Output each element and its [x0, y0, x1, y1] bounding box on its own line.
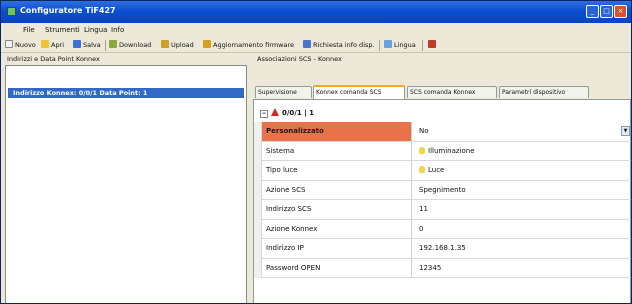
- close-icon[interactable]: ×: [614, 5, 627, 18]
- property-key: Password OPEN: [262, 258, 412, 277]
- app-window: Configuratore TiF427 _ □ × File Strument…: [0, 0, 632, 304]
- collapse-icon[interactable]: −: [260, 110, 268, 118]
- download-icon: [109, 40, 117, 48]
- menu-file[interactable]: File: [23, 26, 35, 34]
- group-label: 0/0/1 | 1: [282, 109, 315, 117]
- tab-konnex-comanda-scs[interactable]: Konnex comanda SCS: [313, 85, 405, 99]
- bulb-icon: [419, 146, 425, 154]
- download-button[interactable]: Download: [109, 40, 151, 51]
- tab-strip: Supervisione Konnex comanda SCS SCS coma…: [253, 85, 631, 99]
- property-key: Azione SCS: [262, 180, 412, 199]
- property-key: Personalizzato: [262, 122, 412, 141]
- toolbar-separator: [379, 40, 380, 51]
- upload-icon: [161, 40, 169, 48]
- property-grid: Personalizzato No ▼ Sistema Illuminazione…: [262, 122, 631, 278]
- open-button[interactable]: Apri: [41, 40, 64, 51]
- toolbar: Nuovo Apri Salva Download Upload Aggiorn…: [1, 38, 631, 53]
- property-key: Indirizzo SCS: [262, 200, 412, 219]
- firmware-icon: [203, 40, 211, 48]
- property-value[interactable]: 192.168.1.35: [413, 239, 631, 258]
- app-icon: [7, 7, 16, 16]
- language-button[interactable]: Lingua: [384, 40, 416, 51]
- toolbar-separator: [422, 40, 423, 51]
- maximize-icon[interactable]: □: [600, 5, 613, 18]
- tab-scs-comanda-konnex[interactable]: SCS comanda Konnex: [407, 86, 497, 98]
- save-button[interactable]: Salva: [73, 40, 101, 51]
- grid-row-header-bar: [254, 122, 262, 278]
- right-panel-header: Associazioni SCS - Konnex: [257, 55, 342, 63]
- language-icon: [384, 40, 392, 48]
- firmware-update-button[interactable]: Aggiornamento firmware: [203, 40, 294, 51]
- tab-parametri-dispositivo[interactable]: Parametri dispositivo: [499, 86, 589, 98]
- property-key: Sistema: [262, 141, 412, 160]
- new-button[interactable]: Nuovo: [5, 40, 36, 51]
- property-row-indirizzo-ip[interactable]: Indirizzo IP 192.168.1.35: [262, 239, 631, 259]
- title-bar[interactable]: Configuratore TiF427 _ □ ×: [1, 1, 631, 23]
- open-folder-icon: [41, 40, 49, 48]
- property-row-password-open[interactable]: Password OPEN 12345: [262, 258, 631, 278]
- menu-lingua[interactable]: Lingua: [84, 26, 107, 34]
- menu-bar: File Strumenti Lingua Info: [1, 23, 631, 38]
- property-value[interactable]: 11: [413, 200, 631, 219]
- property-row-sistema[interactable]: Sistema Illuminazione: [262, 141, 631, 161]
- info-request-button[interactable]: Richiesta info disp.: [303, 40, 375, 51]
- save-icon: [73, 40, 81, 48]
- menu-info[interactable]: Info: [111, 26, 124, 34]
- property-value[interactable]: Illuminazione: [413, 142, 631, 161]
- property-row-personalizzato[interactable]: Personalizzato No ▼: [262, 122, 631, 142]
- menu-strumenti[interactable]: Strumenti: [45, 26, 80, 34]
- list-item-selected[interactable]: Indirizzo Konnex: 0/0/1 Data Point: 1: [8, 88, 244, 98]
- property-row-indirizzo-scs[interactable]: Indirizzo SCS 11: [262, 200, 631, 220]
- property-key: Indirizzo IP: [262, 239, 412, 258]
- group-header[interactable]: − 0/0/1 | 1: [260, 108, 314, 120]
- personalizzato-select[interactable]: No ▼: [413, 122, 631, 141]
- konnex-address-list[interactable]: Indirizzo Konnex: 0/0/1 Data Point: 1: [5, 65, 247, 303]
- app-logo-icon: [428, 40, 436, 48]
- property-row-tipo-luce[interactable]: Tipo luce Luce: [262, 161, 631, 181]
- new-icon: [5, 40, 13, 48]
- left-panel-header: Indirizzi e Data Point Konnex: [7, 55, 100, 63]
- property-panel: − 0/0/1 | 1 Personalizzato No ▼ Sistema Il…: [253, 99, 631, 303]
- property-value[interactable]: Luce: [413, 161, 631, 180]
- app-logo-button[interactable]: [428, 40, 438, 51]
- property-row-azione-konnex[interactable]: Azione Konnex 0: [262, 219, 631, 239]
- tab-supervisione[interactable]: Supervisione: [255, 86, 312, 98]
- toolbar-separator: [105, 40, 106, 51]
- property-value[interactable]: Spegnimento: [413, 181, 631, 200]
- warning-icon: [271, 108, 279, 116]
- property-value[interactable]: 12345: [413, 259, 631, 278]
- property-row-azione-scs[interactable]: Azione SCS Spegnimento: [262, 180, 631, 200]
- dropdown-arrow-icon[interactable]: ▼: [621, 126, 630, 136]
- property-key: Azione Konnex: [262, 219, 412, 238]
- property-value[interactable]: 0: [413, 220, 631, 239]
- minimize-icon[interactable]: _: [586, 5, 599, 18]
- window-title: Configuratore TiF427: [20, 6, 116, 15]
- property-key: Tipo luce: [262, 161, 412, 180]
- bulb-icon: [419, 166, 425, 173]
- info-request-icon: [303, 40, 311, 48]
- upload-button[interactable]: Upload: [161, 40, 194, 51]
